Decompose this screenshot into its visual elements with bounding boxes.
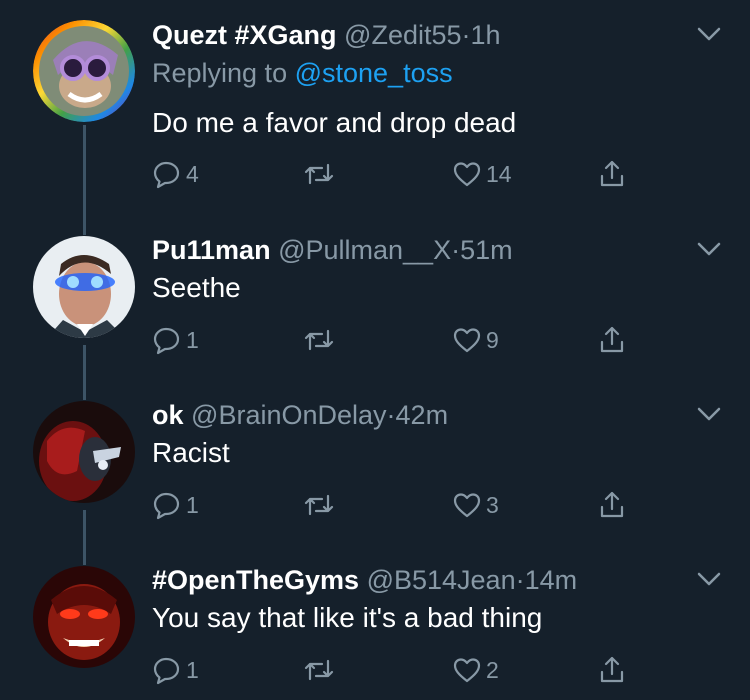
user-handle[interactable]: @Pullman__X	[278, 235, 451, 265]
separator-dot: ·	[515, 565, 525, 595]
separator-dot: ·	[386, 400, 396, 430]
user-handle[interactable]: @B514Jean	[367, 565, 516, 595]
tweet-actions: 1 2	[152, 652, 652, 688]
timestamp[interactable]: 51m	[460, 235, 513, 265]
tweet-header: ok @BrainOnDelay·42m	[152, 398, 448, 432]
timestamp[interactable]: 14m	[525, 565, 578, 595]
separator-dot: ·	[461, 20, 471, 50]
like-button[interactable]: 9	[452, 322, 499, 358]
separator-dot: ·	[451, 235, 461, 265]
tweet-header: #OpenTheGyms @B514Jean·14m	[152, 563, 577, 597]
user-handle[interactable]: @BrainOnDelay	[191, 400, 387, 430]
replying-to-link[interactable]: @stone_toss	[295, 58, 453, 88]
share-icon	[600, 491, 624, 518]
reply-icon	[153, 657, 180, 685]
tweet-text: You say that like it's a bad thing	[152, 602, 543, 633]
display-name[interactable]: Quezt #XGang	[152, 20, 337, 50]
tweet-header: Quezt #XGang @Zedit55·1h	[152, 18, 501, 52]
like-count: 2	[486, 656, 499, 683]
retweet-icon	[304, 659, 334, 681]
tweet-actions: 1 3	[152, 487, 652, 523]
tweet[interactable]: ok @BrainOnDelay·42m Racist 1 3	[0, 395, 750, 555]
share-icon	[600, 656, 624, 683]
reply-button[interactable]: 4	[152, 156, 199, 192]
retweet-icon	[304, 494, 334, 516]
share-button[interactable]	[597, 652, 627, 688]
retweet-button[interactable]	[302, 487, 336, 523]
reply-count: 1	[186, 326, 199, 353]
retweet-button[interactable]	[302, 652, 336, 688]
chevron-down-icon[interactable]	[695, 400, 723, 428]
avatar[interactable]	[33, 236, 135, 338]
reply-count: 1	[186, 491, 199, 518]
display-name[interactable]: #OpenTheGyms	[152, 565, 359, 595]
tweet-actions: 4 14	[152, 156, 652, 192]
avatar[interactable]	[33, 401, 135, 503]
reply-icon	[153, 161, 180, 189]
heart-icon	[453, 328, 481, 353]
replying-to-label: Replying to	[152, 58, 295, 88]
like-button[interactable]: 3	[452, 487, 499, 523]
reply-button[interactable]: 1	[152, 322, 199, 358]
display-name[interactable]: ok	[152, 400, 184, 430]
share-button[interactable]	[597, 487, 627, 523]
timestamp[interactable]: 1h	[471, 20, 501, 50]
tweet-text: Racist	[152, 437, 230, 468]
user-handle[interactable]: @Zedit55	[344, 20, 461, 50]
tweet[interactable]: Pu11man @Pullman__X·51m Seethe 1 9	[0, 230, 750, 390]
heart-icon	[453, 493, 481, 518]
reply-button[interactable]: 1	[152, 487, 199, 523]
tweet[interactable]: #OpenTheGyms @B514Jean·14m You say that …	[0, 560, 750, 700]
like-count: 14	[486, 160, 512, 187]
tweet-header: Pu11man @Pullman__X·51m	[152, 233, 513, 267]
chevron-down-icon[interactable]	[695, 235, 723, 263]
reply-count: 1	[186, 656, 199, 683]
reply-icon	[153, 327, 180, 355]
reply-icon	[153, 492, 180, 520]
like-button[interactable]: 14	[452, 156, 512, 192]
retweet-icon	[304, 329, 334, 351]
reply-button[interactable]: 1	[152, 652, 199, 688]
avatar[interactable]	[33, 566, 135, 668]
share-button[interactable]	[597, 156, 627, 192]
replying-to: Replying to @stone_toss	[152, 56, 453, 90]
like-button[interactable]: 2	[452, 652, 499, 688]
heart-icon	[453, 162, 481, 187]
retweet-icon	[304, 163, 334, 185]
retweet-button[interactable]	[302, 156, 336, 192]
like-count: 9	[486, 326, 499, 353]
tweet-text: Seethe	[152, 272, 241, 303]
chevron-down-icon[interactable]	[695, 565, 723, 593]
heart-icon	[453, 658, 481, 683]
share-icon	[600, 160, 624, 187]
chevron-down-icon[interactable]	[695, 20, 723, 48]
like-count: 3	[486, 491, 499, 518]
display-name[interactable]: Pu11man	[152, 235, 271, 265]
reply-count: 4	[186, 160, 199, 187]
timestamp[interactable]: 42m	[396, 400, 449, 430]
share-icon	[600, 326, 624, 353]
tweet-text: Do me a favor and drop dead	[152, 107, 517, 138]
avatar[interactable]	[33, 20, 135, 122]
share-button[interactable]	[597, 322, 627, 358]
tweet-actions: 1 9	[152, 322, 652, 358]
tweet[interactable]: Quezt #XGang @Zedit55·1h Replying to @st…	[0, 0, 750, 220]
retweet-button[interactable]	[302, 322, 336, 358]
